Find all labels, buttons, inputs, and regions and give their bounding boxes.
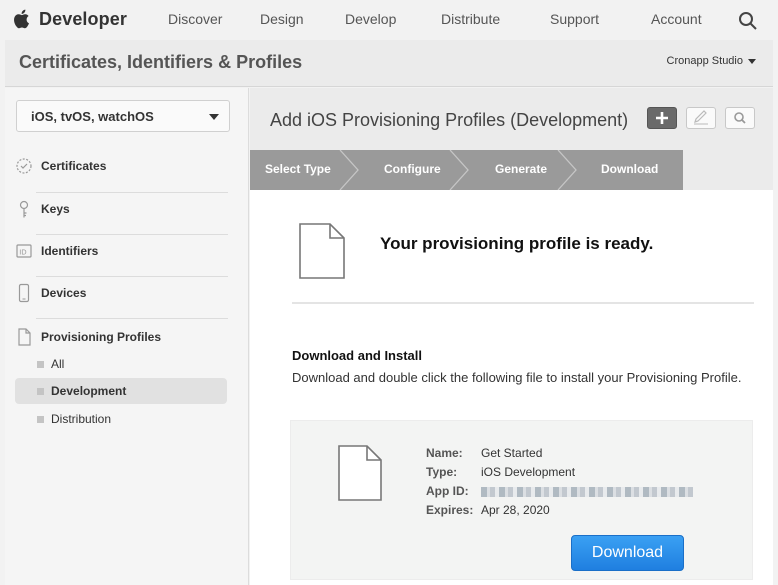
sidebar-item-devices[interactable]: Devices bbox=[10, 283, 228, 323]
step-download: Download bbox=[601, 162, 659, 176]
step-separator-icon bbox=[339, 150, 359, 190]
sidebar-item-label: Development bbox=[51, 384, 127, 398]
sidebar-item-distribution[interactable]: Distribution bbox=[15, 406, 227, 432]
chevron-down-icon bbox=[209, 114, 219, 120]
sidebar-item-all[interactable]: All bbox=[15, 351, 227, 377]
add-button[interactable] bbox=[647, 107, 677, 129]
id-icon: ID bbox=[16, 244, 32, 258]
nav-account[interactable]: Account bbox=[651, 11, 702, 27]
document-icon bbox=[338, 445, 382, 501]
document-icon bbox=[18, 328, 31, 346]
search-button[interactable] bbox=[725, 107, 755, 129]
wizard-steps: Select Type Configure Generate Download bbox=[250, 150, 773, 190]
expires-value: Apr 28, 2020 bbox=[481, 503, 550, 517]
nav-discover[interactable]: Discover bbox=[168, 11, 222, 27]
main-title: Add iOS Provisioning Profiles (Developme… bbox=[270, 110, 629, 130]
sidebar-item-label: Certificates bbox=[41, 159, 107, 173]
nav-develop[interactable]: Develop bbox=[345, 11, 396, 27]
step-generate: Generate bbox=[495, 162, 548, 176]
sidebar-item-label: Provisioning Profiles bbox=[41, 330, 162, 344]
sidebar-item-label: Identifiers bbox=[41, 244, 99, 258]
step-select-type: Select Type bbox=[265, 162, 331, 176]
apple-logo-icon bbox=[14, 9, 30, 29]
name-value: Get Started bbox=[481, 446, 543, 460]
search-icon[interactable] bbox=[738, 11, 758, 31]
divider bbox=[36, 276, 228, 277]
profile-card: Name: Get Started Type: iOS Development … bbox=[290, 420, 753, 580]
nav-support[interactable]: Support bbox=[550, 11, 599, 27]
platform-select[interactable]: iOS, tvOS, watchOS bbox=[16, 100, 230, 132]
sidebar-item-label: Distribution bbox=[51, 412, 112, 426]
sidebar-item-keys[interactable]: Keys bbox=[10, 199, 228, 239]
team-selector[interactable]: Cronapp Studio bbox=[667, 55, 743, 67]
name-label: Name: bbox=[426, 446, 463, 460]
sidebar-item-development[interactable]: Development bbox=[15, 378, 227, 404]
brand[interactable]: Developer bbox=[12, 7, 127, 31]
chevron-down-icon[interactable] bbox=[748, 59, 756, 64]
device-icon bbox=[18, 283, 30, 303]
key-icon bbox=[19, 200, 29, 218]
bullet bbox=[37, 416, 44, 423]
main-header: Add iOS Provisioning Profiles (Developme… bbox=[250, 88, 773, 150]
platform-label: iOS, tvOS, watchOS bbox=[31, 109, 154, 124]
sidebar-item-label: All bbox=[51, 357, 65, 371]
divider bbox=[36, 234, 228, 235]
svg-text:ID: ID bbox=[19, 248, 26, 256]
nav-distribute[interactable]: Distribute bbox=[441, 11, 500, 27]
download-heading: Download and Install bbox=[292, 348, 423, 363]
sidebar-item-identifiers[interactable]: ID Identifiers bbox=[10, 241, 228, 281]
bullet bbox=[37, 361, 44, 368]
step-separator-icon bbox=[557, 150, 577, 190]
divider bbox=[36, 318, 228, 319]
document-icon bbox=[299, 223, 345, 279]
download-button[interactable]: Download bbox=[571, 535, 684, 571]
sidebar-item-label: Keys bbox=[41, 202, 70, 216]
top-nav: Developer Discover Design Develop Distri… bbox=[0, 0, 778, 38]
divider bbox=[36, 192, 228, 193]
add-icon bbox=[656, 112, 668, 124]
download-description: Download and double click the following … bbox=[292, 370, 742, 385]
brand-label: Developer bbox=[39, 8, 127, 29]
page-header: Certificates, Identifiers & Profiles Cro… bbox=[5, 40, 773, 87]
type-value: iOS Development bbox=[481, 465, 576, 479]
edit-button[interactable] bbox=[686, 107, 716, 129]
type-label: Type: bbox=[426, 465, 458, 479]
divider bbox=[292, 302, 754, 304]
page-title: Certificates, Identifiers & Profiles bbox=[19, 52, 303, 72]
ready-message: Your provisioning profile is ready. bbox=[380, 234, 654, 253]
expires-label: Expires: bbox=[426, 503, 474, 517]
sidebar-item-label: Devices bbox=[41, 286, 87, 300]
app-id-label: App ID: bbox=[426, 484, 469, 498]
certificate-icon bbox=[16, 158, 32, 174]
sidebar-item-certificates[interactable]: Certificates bbox=[10, 156, 228, 196]
step-separator-icon bbox=[449, 150, 469, 190]
app-id-redacted bbox=[481, 487, 693, 497]
main-panel: Add iOS Provisioning Profiles (Developme… bbox=[250, 88, 773, 585]
nav-design[interactable]: Design bbox=[260, 11, 304, 27]
bullet bbox=[37, 388, 44, 395]
sidebar: iOS, tvOS, watchOS Certificates Keys ID … bbox=[5, 88, 249, 585]
step-configure: Configure bbox=[384, 162, 441, 176]
search-icon bbox=[734, 112, 746, 124]
edit-icon bbox=[694, 110, 708, 125]
